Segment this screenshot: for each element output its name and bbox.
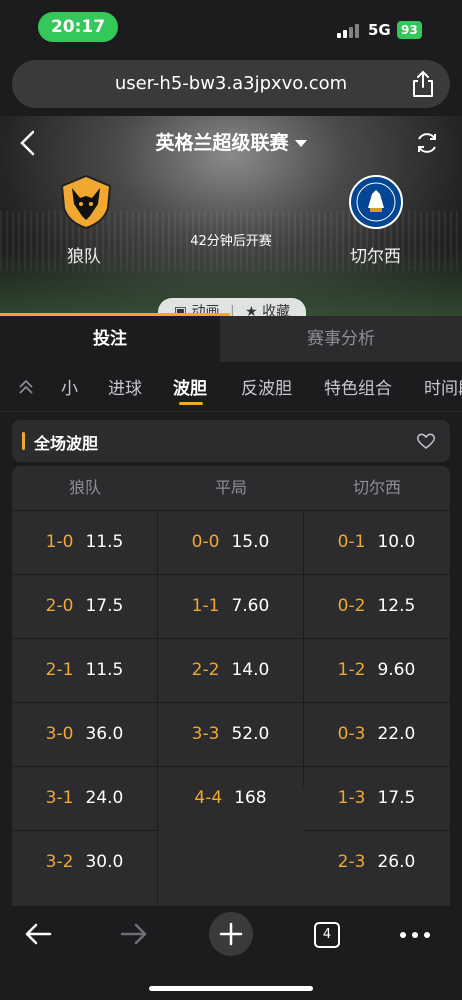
odds-cell[interactable]: 2-1 11.5 xyxy=(12,638,157,701)
section-title: 全场波胆 xyxy=(34,434,99,453)
odds-cell[interactable]: 1-3 17.5 xyxy=(304,766,449,829)
odds-cell[interactable]: 0-1 10.0 xyxy=(304,510,449,573)
plus-icon xyxy=(219,922,243,946)
network-type: 5G xyxy=(368,21,391,39)
kickoff-countdown: 42分钟后开赛 xyxy=(190,234,272,249)
chelsea-logo xyxy=(349,175,403,229)
market-item-small[interactable]: 小 xyxy=(61,374,78,399)
odds-cell[interactable]: 3-0 36.0 xyxy=(12,702,157,765)
tabs-button[interactable]: 4 xyxy=(314,922,340,948)
league-selector[interactable]: 英格兰超级联赛 xyxy=(0,128,462,158)
selected-market-underline xyxy=(179,402,203,405)
column-header-away: 切尔西 xyxy=(352,478,401,497)
league-title: 英格兰超级联赛 xyxy=(155,132,289,154)
odds-cell[interactable]: 1-2 9.60 xyxy=(304,638,449,701)
odds-cell[interactable]: 2-3 26.0 xyxy=(304,830,449,893)
signal-icon xyxy=(337,22,363,38)
odds-cell[interactable]: 1-1 7.60 xyxy=(158,574,303,637)
odds-cell[interactable]: 4-4 168 xyxy=(158,766,303,829)
market-item-goals[interactable]: 进球 xyxy=(108,374,142,399)
odds-cell[interactable]: 3-2 30.0 xyxy=(12,830,157,893)
main-tabs: 投注 赛事分析 xyxy=(0,316,462,362)
home-indicator xyxy=(149,986,313,991)
heart-icon[interactable] xyxy=(416,432,436,450)
status-time[interactable]: 20:17 xyxy=(38,12,118,42)
refresh-icon[interactable] xyxy=(414,130,440,156)
caret-down-icon xyxy=(294,140,307,147)
odds-cell[interactable]: 0-2 12.5 xyxy=(304,574,449,637)
match-header: 英格兰超级联赛 狼队 42分钟后开赛 切尔西 ▣ 动画 | ★ 收藏 xyxy=(0,116,462,316)
column-header-home: 狼队 xyxy=(68,478,101,497)
odds-cell[interactable]: 3-1 24.0 xyxy=(12,766,157,829)
browser-address-area: user-h5-bw3.a3jpxvo.com xyxy=(0,54,462,116)
favorite-button[interactable]: ★ 收藏 xyxy=(245,304,290,316)
odds-cell[interactable]: 2-2 14.0 xyxy=(158,638,303,701)
odds-grid: 狼队 平局 切尔西 1-0 11.5 2-0 17.5 2-1 11.5 3-0 36.… xyxy=(12,466,450,906)
away-team-name: 切尔西 xyxy=(350,247,401,267)
home-team-name: 狼队 xyxy=(67,247,101,267)
market-item-correct-score[interactable]: 波胆 xyxy=(173,374,207,399)
address-bar[interactable]: user-h5-bw3.a3jpxvo.com xyxy=(12,60,450,108)
new-tab-button[interactable] xyxy=(209,912,253,956)
odds-cell[interactable]: 1-0 11.5 xyxy=(12,510,157,573)
collapse-icon[interactable] xyxy=(16,377,36,397)
tab-bet[interactable]: 投注 xyxy=(0,316,220,362)
section-accent-bar xyxy=(22,432,25,450)
column-header-draw: 平局 xyxy=(214,478,247,497)
market-item-special-combo[interactable]: 特色组合 xyxy=(324,374,392,399)
market-item-time-period[interactable]: 时间段 xyxy=(424,374,462,399)
market-nav: 小 进球 波胆 反波胆 特色组合 时间段 xyxy=(0,362,462,412)
market-item-reverse-score[interactable]: 反波胆 xyxy=(241,374,292,399)
battery-indicator: 93 xyxy=(397,21,422,39)
browser-toolbar: 4 xyxy=(0,906,462,1000)
odds-cell[interactable]: 2-0 17.5 xyxy=(12,574,157,637)
odds-cell[interactable]: 0-3 22.0 xyxy=(304,702,449,765)
odds-cell[interactable]: 0-0 15.0 xyxy=(158,510,303,573)
odds-cell[interactable]: 3-3 52.0 xyxy=(158,702,303,765)
header-progress-line xyxy=(0,313,230,316)
status-bar: 20:17 5G 93 xyxy=(0,0,462,54)
more-icon[interactable] xyxy=(400,932,430,938)
forward-arrow-icon[interactable] xyxy=(120,922,148,946)
wolves-logo xyxy=(60,174,112,230)
section-header[interactable]: 全场波胆 xyxy=(12,420,450,462)
back-arrow-icon[interactable] xyxy=(24,922,52,946)
share-icon[interactable] xyxy=(410,70,436,98)
url-text[interactable]: user-h5-bw3.a3jpxvo.com xyxy=(12,60,450,108)
tab-analysis[interactable]: 赛事分析 xyxy=(220,316,462,362)
